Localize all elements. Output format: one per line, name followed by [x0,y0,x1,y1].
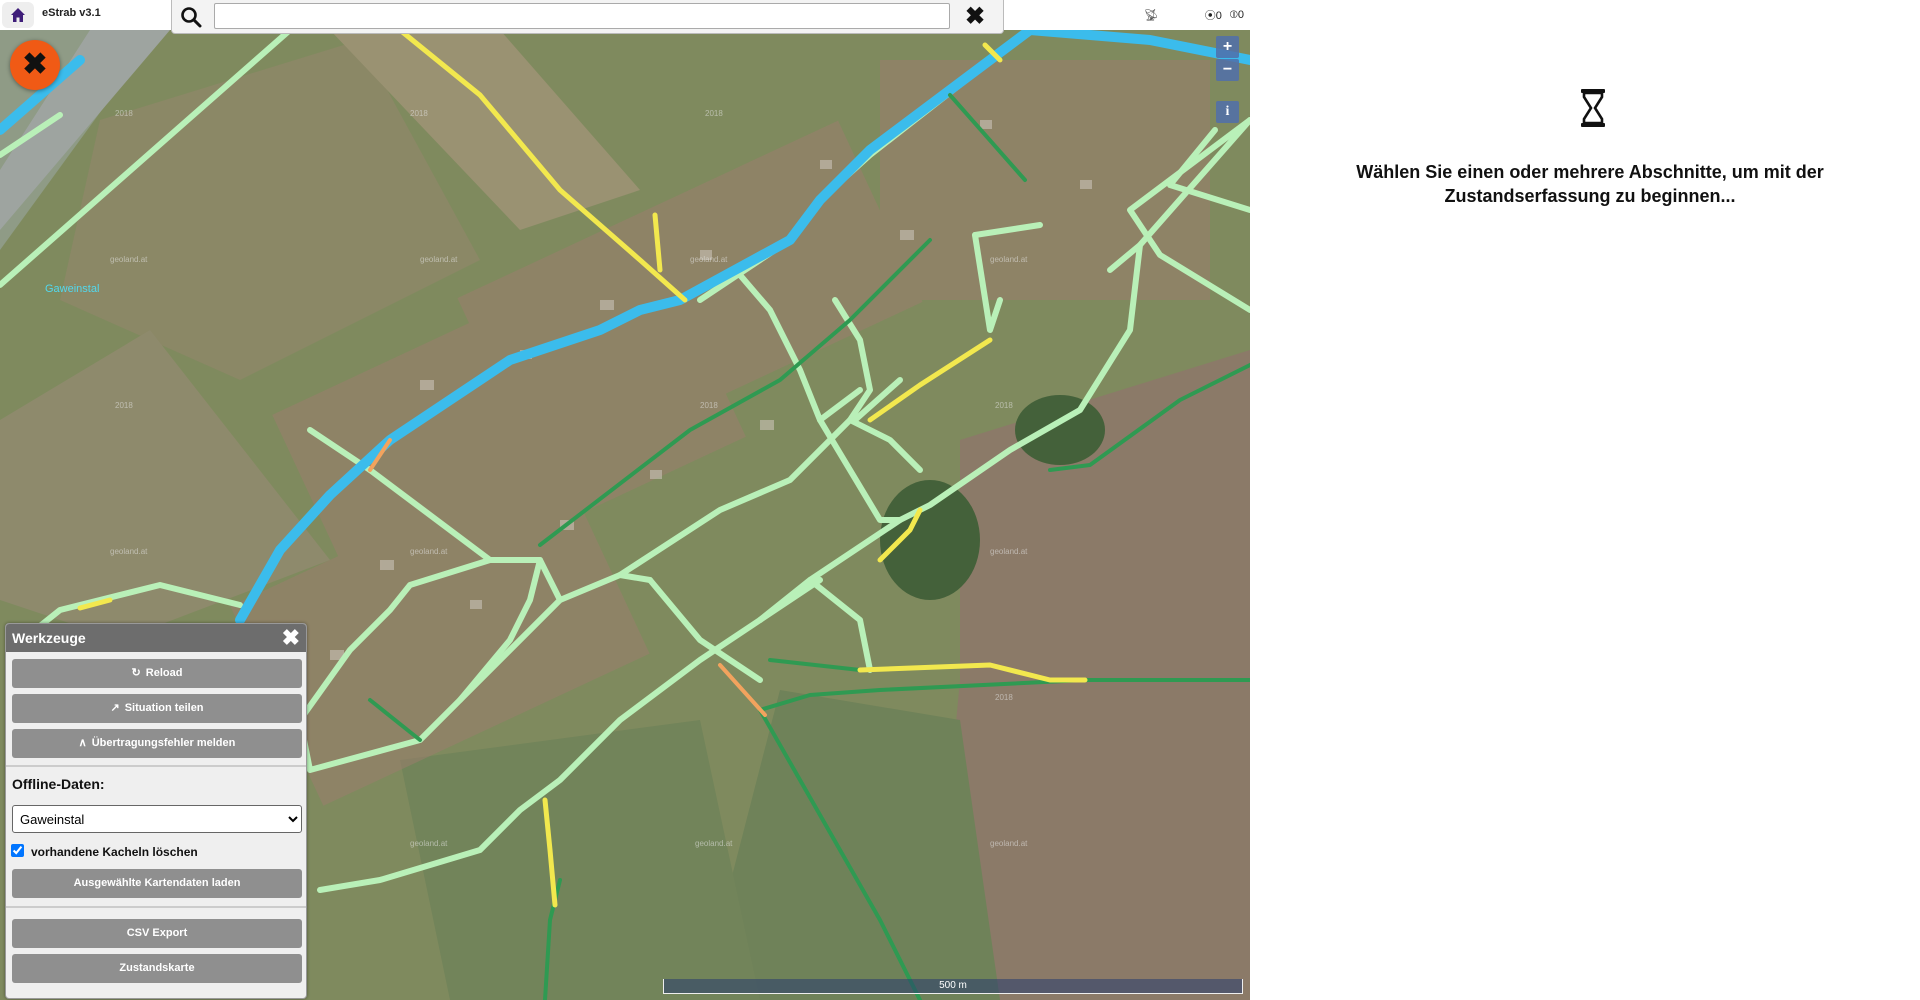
map-watermark: geoland.at [110,255,148,264]
zoom-out-button[interactable]: − [1216,59,1239,81]
selection-hint: Wählen Sie einen oder mehrere Abschnitte… [1356,162,1824,206]
condition-map-button[interactable]: Zustandskarte [12,954,302,983]
offline-data-label: Offline-Daten: [12,776,105,792]
counter-b: ⦶0 [1229,8,1244,21]
map-watermark: geoland.at [410,839,448,848]
scale-bar: 500 m [663,979,1243,994]
map-watermark: geoland.at [420,255,458,264]
map-year-label: 2018 [115,109,133,118]
delete-tiles-label: vorhandene Kacheln löschen [31,845,198,859]
map-year-label: 2018 [995,401,1013,410]
map-year-label: 2018 [115,401,133,410]
divider [6,906,306,908]
zoom-in-button[interactable]: + [1216,36,1239,58]
counter-a: ⦿0 [1204,10,1222,22]
app-title: eStrab v3.1 [42,7,101,19]
divider [6,765,306,767]
search-clear-button[interactable]: ✖ [962,4,988,30]
map-watermark: geoland.at [690,255,728,264]
info-button[interactable]: i [1216,101,1239,123]
tools-close-icon[interactable]: ✖ [282,626,300,650]
map-year-label: 2018 [410,109,428,118]
delete-tiles-checkbox[interactable] [11,844,24,857]
map-watermark: geoland.at [695,839,733,848]
map-watermark: geoland.at [990,547,1028,556]
map-watermark: geoland.at [410,547,448,556]
antenna-icon: 📡︎ [1143,8,1159,22]
tools-panel: Werkzeuge ✖ ↻ Reload ↗ Situation teilen ∧ Ü… [5,623,307,999]
map-year-label: 2018 [995,693,1013,702]
hourglass-icon [1581,89,1605,127]
share-icon: ↗ [110,702,120,714]
load-map-data-button[interactable]: Ausgewählte Kartendaten laden [12,869,302,898]
csv-export-button[interactable]: CSV Export [12,919,302,948]
home-icon [11,8,25,22]
map-place-label: Gaweinstal [45,283,99,295]
detail-panel [1250,0,1920,1000]
map-watermark: geoland.at [990,255,1028,264]
map-watermark: geoland.at [110,547,148,556]
tools-title: Werkzeuge [12,630,86,646]
reload-icon: ↻ [131,667,141,679]
status-area: 📡︎ ⦿0 ⦶0 [1144,7,1244,23]
map-view[interactable]: geoland.at geoland.at geoland.at geoland… [0,0,1250,1000]
reload-button[interactable]: ↻ Reload [12,659,302,688]
search-input[interactable] [214,3,950,29]
antenna-icon: ∧ [78,737,87,749]
share-situation-button[interactable]: ↗ Situation teilen [12,694,302,723]
search-bar: ✖ [171,0,1004,34]
map-year-label: 2018 [700,401,718,410]
search-icon[interactable] [180,6,202,28]
tools-header: Werkzeuge ✖ [6,624,306,652]
map-year-label: 2018 [705,109,723,118]
offline-data-select[interactable]: Gaweinstal [12,805,302,833]
home-button[interactable] [2,2,34,28]
close-map-button[interactable]: ✖ [10,40,60,90]
map-watermark: geoland.at [990,839,1028,848]
report-error-button[interactable]: ∧ Übertragungsfehler melden [12,729,302,758]
